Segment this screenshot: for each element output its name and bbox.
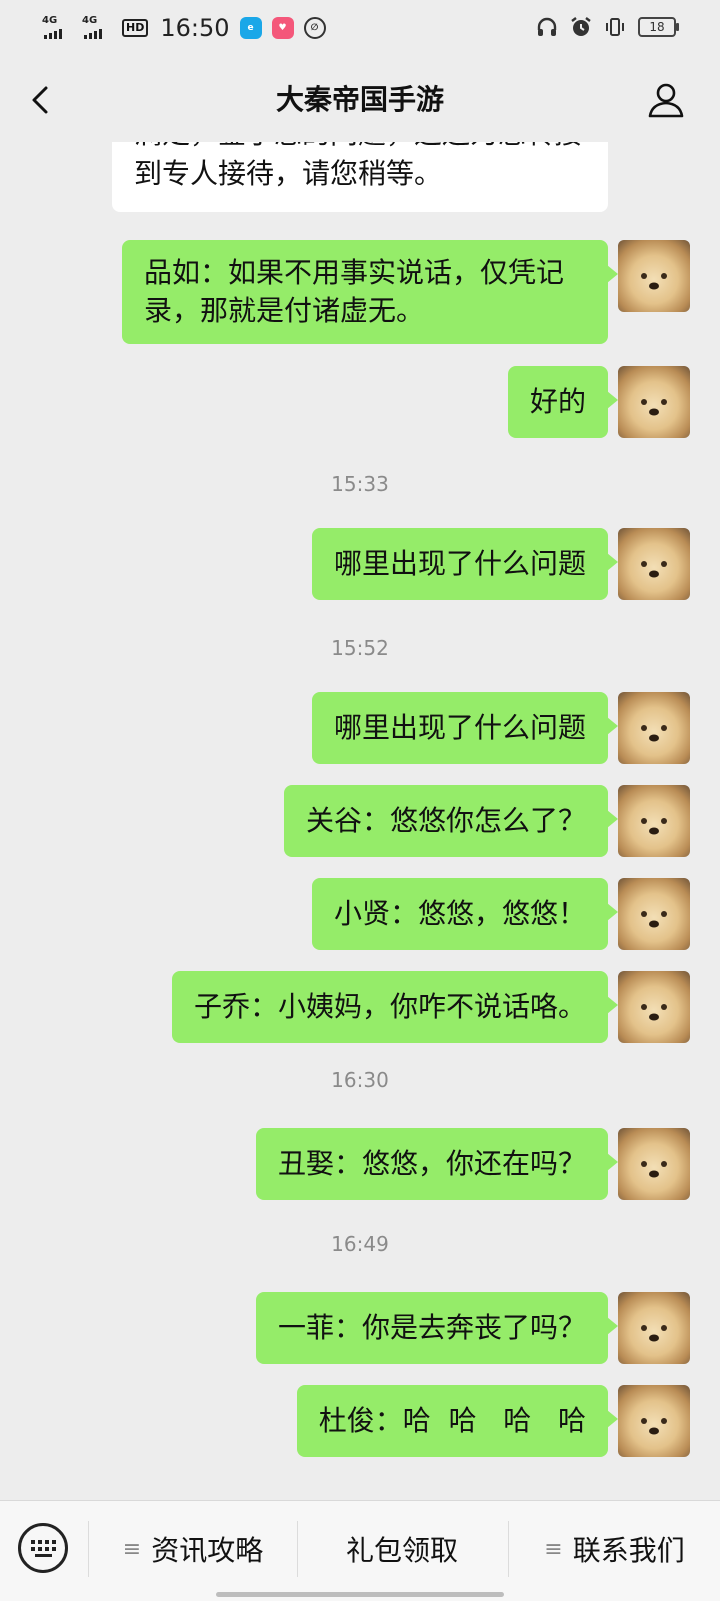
avatar[interactable]	[618, 692, 690, 764]
keyboard-icon[interactable]	[18, 1523, 68, 1573]
avatar[interactable]	[618, 785, 690, 857]
timestamp: 15:52	[331, 636, 389, 660]
sent-message[interactable]: 关谷：悠悠你怎么了？	[283, 785, 619, 857]
battery-icon: 18	[638, 17, 679, 37]
app-notification-icon: ♥	[271, 17, 294, 39]
sent-message[interactable]: 哪里出现了什么问题	[311, 528, 619, 600]
vibrate-icon	[606, 18, 624, 36]
sent-message[interactable]: 品如：如果不用事实说话，仅凭记录，那就是付诸虚无。	[122, 240, 618, 344]
menu-label: 资讯攻略	[151, 1534, 264, 1567]
sent-message[interactable]: 小贤：悠悠，悠悠！	[311, 878, 619, 950]
chat-area[interactable]: 满足，鉴于您的问题，这边为您转接到专人接待，请您稍等。 品如：如果不用事实说话，…	[0, 142, 720, 1500]
alarm-icon	[571, 17, 591, 36]
app-notification-icon: ∅	[303, 17, 326, 39]
sent-message[interactable]: 好的	[507, 366, 619, 438]
menu-gift-claim[interactable]: 礼包领取	[298, 1501, 506, 1597]
message-row: 杜俊：哈 哈 哈 哈	[0, 1385, 720, 1457]
message-row: 哪里出现了什么问题	[0, 692, 720, 764]
sent-message[interactable]: 丑娶：悠悠，你还在吗？	[255, 1128, 619, 1200]
received-message[interactable]: 满足，鉴于您的问题，这边为您转接到专人接待，请您稍等。	[112, 142, 608, 212]
timestamp: 15:33	[331, 472, 389, 496]
menu-label: 礼包领取	[345, 1534, 458, 1567]
avatar[interactable]	[618, 878, 690, 950]
menu-lines-icon: ≡	[122, 1536, 142, 1562]
message-row: 品如：如果不用事实说话，仅凭记录，那就是付诸虚无。	[0, 240, 720, 346]
signal-icon: 4G	[82, 15, 112, 39]
sent-message[interactable]: 子乔：小姨妈，你咋不说话咯。	[171, 971, 619, 1043]
hd-icon: HD	[122, 19, 149, 37]
chat-header: 大秦帝国手游	[0, 58, 720, 142]
signal-icon: 4G	[42, 15, 72, 39]
avatar[interactable]	[618, 1385, 690, 1457]
signal-label-2: 4G	[82, 15, 98, 26]
menu-news-guides[interactable]: ≡ 资讯攻略	[89, 1501, 297, 1597]
signal-label-1: 4G	[42, 15, 58, 26]
home-indicator[interactable]	[216, 1592, 504, 1597]
message-row: 关谷：悠悠你怎么了？	[0, 785, 720, 857]
message-row: 子乔：小姨妈，你咋不说话咯。	[0, 971, 720, 1043]
menu-lines-icon: ≡	[544, 1536, 563, 1562]
message-row: 一菲：你是去奔丧了吗？	[0, 1292, 720, 1364]
sent-message[interactable]: 一菲：你是去奔丧了吗？	[255, 1292, 619, 1364]
avatar[interactable]	[618, 971, 690, 1043]
avatar[interactable]	[618, 1292, 690, 1364]
menu-label: 联系我们	[572, 1534, 685, 1567]
profile-icon[interactable]	[646, 80, 686, 120]
menu-contact-us[interactable]: ≡ 联系我们	[509, 1501, 720, 1597]
timestamp: 16:30	[331, 1068, 389, 1092]
status-time: 16:50	[160, 14, 230, 42]
timestamp: 16:49	[331, 1232, 389, 1256]
app-notification-icon: e	[239, 17, 262, 39]
avatar[interactable]	[618, 1128, 690, 1200]
message-row: 小贤：悠悠，悠悠！	[0, 878, 720, 950]
avatar[interactable]	[618, 240, 690, 312]
message-row: 好的	[0, 366, 720, 438]
bottom-menu-bar: ≡ 资讯攻略 礼包领取 ≡ 联系我们	[0, 1500, 720, 1601]
chat-title: 大秦帝国手游	[275, 83, 444, 116]
headphones-icon	[537, 17, 557, 36]
message-row: 丑娶：悠悠，你还在吗？	[0, 1128, 720, 1200]
message-row: 哪里出现了什么问题	[0, 528, 720, 600]
sent-message[interactable]: 杜俊：哈 哈 哈 哈	[296, 1385, 619, 1457]
status-bar: 4G 4G HD 16:50 e ♥ ∅ 18	[0, 0, 720, 58]
avatar[interactable]	[618, 366, 690, 438]
sent-message[interactable]: 哪里出现了什么问题	[311, 692, 619, 764]
avatar[interactable]	[618, 528, 690, 600]
